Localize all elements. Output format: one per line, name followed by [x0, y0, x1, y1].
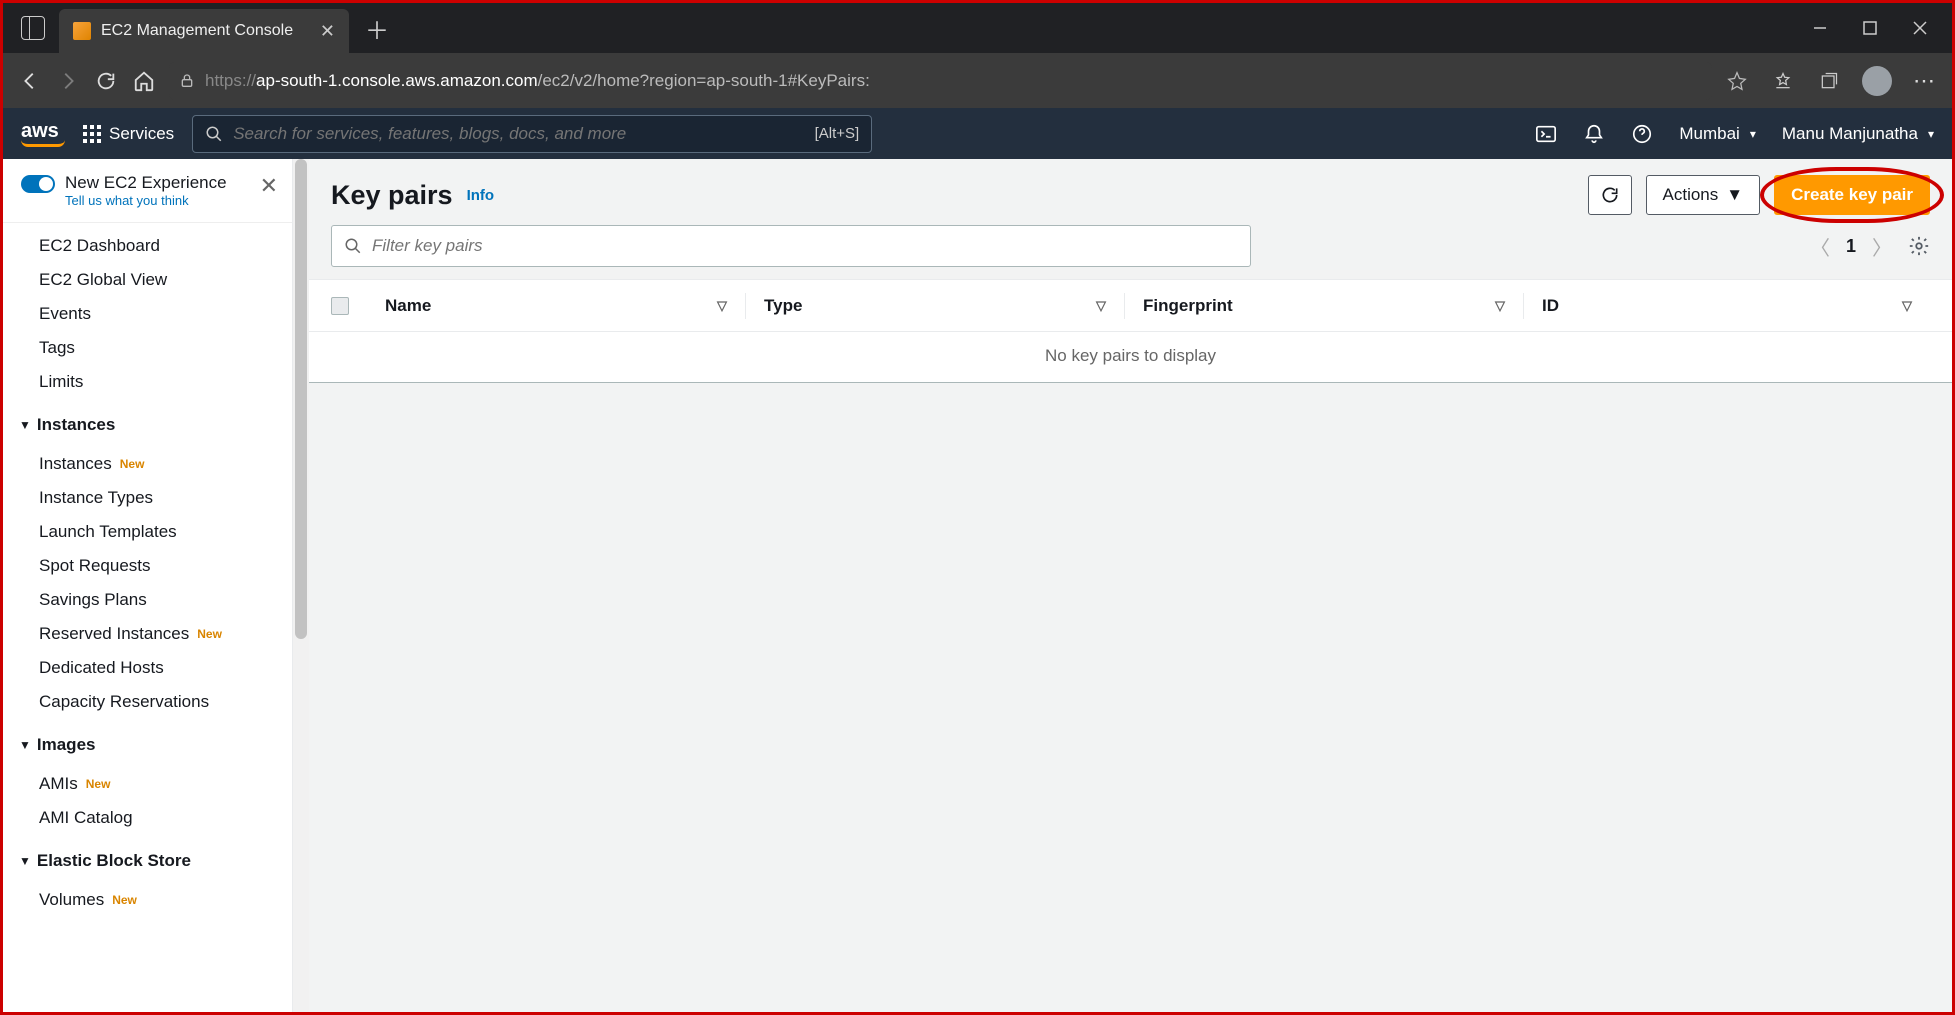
- column-name[interactable]: Name: [385, 296, 745, 316]
- new-experience-banner: New EC2 Experience Tell us what you thin…: [3, 159, 292, 223]
- chevron-down-icon: ▼: [19, 854, 31, 868]
- services-button[interactable]: Services: [83, 124, 174, 144]
- favorites-list-icon[interactable]: [1770, 68, 1796, 94]
- aws-search[interactable]: [Alt+S]: [192, 115, 872, 153]
- refresh-icon[interactable]: [93, 68, 119, 94]
- back-icon[interactable]: [17, 68, 43, 94]
- new-experience-title: New EC2 Experience: [65, 173, 250, 193]
- chevron-down-icon: ▼: [1726, 185, 1743, 205]
- new-experience-feedback-link[interactable]: Tell us what you think: [65, 193, 250, 208]
- more-icon[interactable]: ⋯: [1912, 68, 1938, 94]
- aws-search-input[interactable]: [233, 124, 814, 144]
- chevron-down-icon: ▼: [19, 418, 31, 432]
- sidebar-item-launch-templates[interactable]: Launch Templates: [3, 515, 292, 549]
- filter-box[interactable]: [331, 225, 1251, 267]
- prev-page-icon[interactable]: 〈: [1810, 232, 1830, 261]
- address-bar[interactable]: https://ap-south-1.console.aws.amazon.co…: [169, 62, 1712, 100]
- sidebar-item-limits[interactable]: Limits: [3, 365, 292, 399]
- column-id[interactable]: ID: [1542, 296, 1930, 316]
- sidebar-item-ec2-global-view[interactable]: EC2 Global View: [3, 263, 292, 297]
- maximize-icon[interactable]: [1860, 18, 1880, 38]
- sidebar-item-instance-types[interactable]: Instance Types: [3, 481, 292, 515]
- window-controls: [1788, 18, 1952, 38]
- forward-icon[interactable]: [55, 68, 81, 94]
- home-icon[interactable]: [131, 68, 157, 94]
- table-header: Name Type Fingerprint ID: [309, 280, 1952, 332]
- create-key-pair-button[interactable]: Create key pair: [1774, 175, 1930, 215]
- info-link[interactable]: Info: [467, 187, 495, 204]
- close-window-icon[interactable]: [1910, 18, 1930, 38]
- sidebar-item-instances[interactable]: InstancesNew: [3, 447, 292, 481]
- services-grid-icon: [83, 125, 101, 143]
- browser-nav-bar: https://ap-south-1.console.aws.amazon.co…: [3, 53, 1952, 108]
- sidebar-item-savings-plans[interactable]: Savings Plans: [3, 583, 292, 617]
- sidebar-item-volumes[interactable]: VolumesNew: [3, 883, 292, 917]
- address-url: https://ap-south-1.console.aws.amazon.co…: [205, 71, 870, 91]
- notifications-icon[interactable]: [1583, 123, 1605, 145]
- select-all-checkbox[interactable]: [331, 297, 349, 315]
- empty-state: No key pairs to display: [309, 332, 1952, 382]
- actions-button[interactable]: Actions▼: [1646, 175, 1761, 215]
- refresh-button[interactable]: [1588, 175, 1632, 215]
- main-content: Key pairs Info Actions▼ Create key pair …: [309, 159, 1952, 1012]
- sidebar-item-ami-catalog[interactable]: AMI Catalog: [3, 801, 292, 835]
- sidebar-item-amis[interactable]: AMIsNew: [3, 767, 292, 801]
- sidebar-item-tags[interactable]: Tags: [3, 331, 292, 365]
- sidebar-header-instances[interactable]: ▼Instances: [3, 405, 292, 441]
- region-selector[interactable]: Mumbai: [1679, 124, 1756, 144]
- page-title: Key pairs: [331, 180, 453, 211]
- filter-input[interactable]: [372, 236, 1238, 256]
- favorite-icon[interactable]: [1724, 68, 1750, 94]
- cloudshell-icon[interactable]: [1535, 123, 1557, 145]
- sidebar: New EC2 Experience Tell us what you thin…: [3, 159, 293, 1012]
- aws-logo[interactable]: aws: [21, 120, 65, 147]
- sidebar-item-capacity-reservations[interactable]: Capacity Reservations: [3, 685, 292, 719]
- close-icon[interactable]: ✕: [260, 173, 278, 199]
- sidebar-item-events[interactable]: Events: [3, 297, 292, 331]
- lock-icon: [179, 73, 195, 89]
- new-experience-toggle[interactable]: [21, 175, 55, 193]
- column-fingerprint[interactable]: Fingerprint: [1143, 296, 1523, 316]
- aws-header: aws Services [Alt+S] Mumbai Manu Manjuna…: [3, 108, 1952, 159]
- tab-panes-icon[interactable]: [21, 16, 45, 40]
- tab-close-icon[interactable]: ✕: [320, 21, 335, 42]
- help-icon[interactable]: [1631, 123, 1653, 145]
- tab-favicon-icon: [73, 22, 91, 40]
- search-shortcut: [Alt+S]: [815, 125, 860, 142]
- key-pairs-table: Name Type Fingerprint ID No key pairs to…: [309, 279, 1952, 383]
- profile-avatar[interactable]: [1862, 66, 1892, 96]
- pagination: 〈 1 〉: [1810, 232, 1930, 261]
- column-type[interactable]: Type: [764, 296, 1124, 316]
- collections-icon[interactable]: [1816, 68, 1842, 94]
- chevron-down-icon: ▼: [19, 738, 31, 752]
- sidebar-header-images[interactable]: ▼Images: [3, 725, 292, 761]
- search-icon: [205, 125, 223, 143]
- sidebar-item-reserved-instances[interactable]: Reserved InstancesNew: [3, 617, 292, 651]
- page-number: 1: [1846, 236, 1856, 257]
- next-page-icon[interactable]: 〉: [1872, 232, 1892, 261]
- sidebar-item-spot-requests[interactable]: Spot Requests: [3, 549, 292, 583]
- sidebar-header-ebs[interactable]: ▼Elastic Block Store: [3, 841, 292, 877]
- sidebar-scrollbar[interactable]: [293, 159, 309, 1012]
- sidebar-item-dedicated-hosts[interactable]: Dedicated Hosts: [3, 651, 292, 685]
- tab-title: EC2 Management Console: [101, 22, 302, 40]
- minimize-icon[interactable]: [1810, 18, 1830, 38]
- gear-icon[interactable]: [1908, 235, 1930, 257]
- sidebar-item-ec2-dashboard[interactable]: EC2 Dashboard: [3, 229, 292, 263]
- search-icon: [344, 237, 362, 255]
- user-menu[interactable]: Manu Manjunatha: [1782, 124, 1934, 144]
- browser-tab[interactable]: EC2 Management Console ✕: [59, 9, 349, 53]
- browser-tab-strip: EC2 Management Console ✕ ＋: [3, 3, 1952, 53]
- new-tab-button[interactable]: ＋: [365, 11, 389, 46]
